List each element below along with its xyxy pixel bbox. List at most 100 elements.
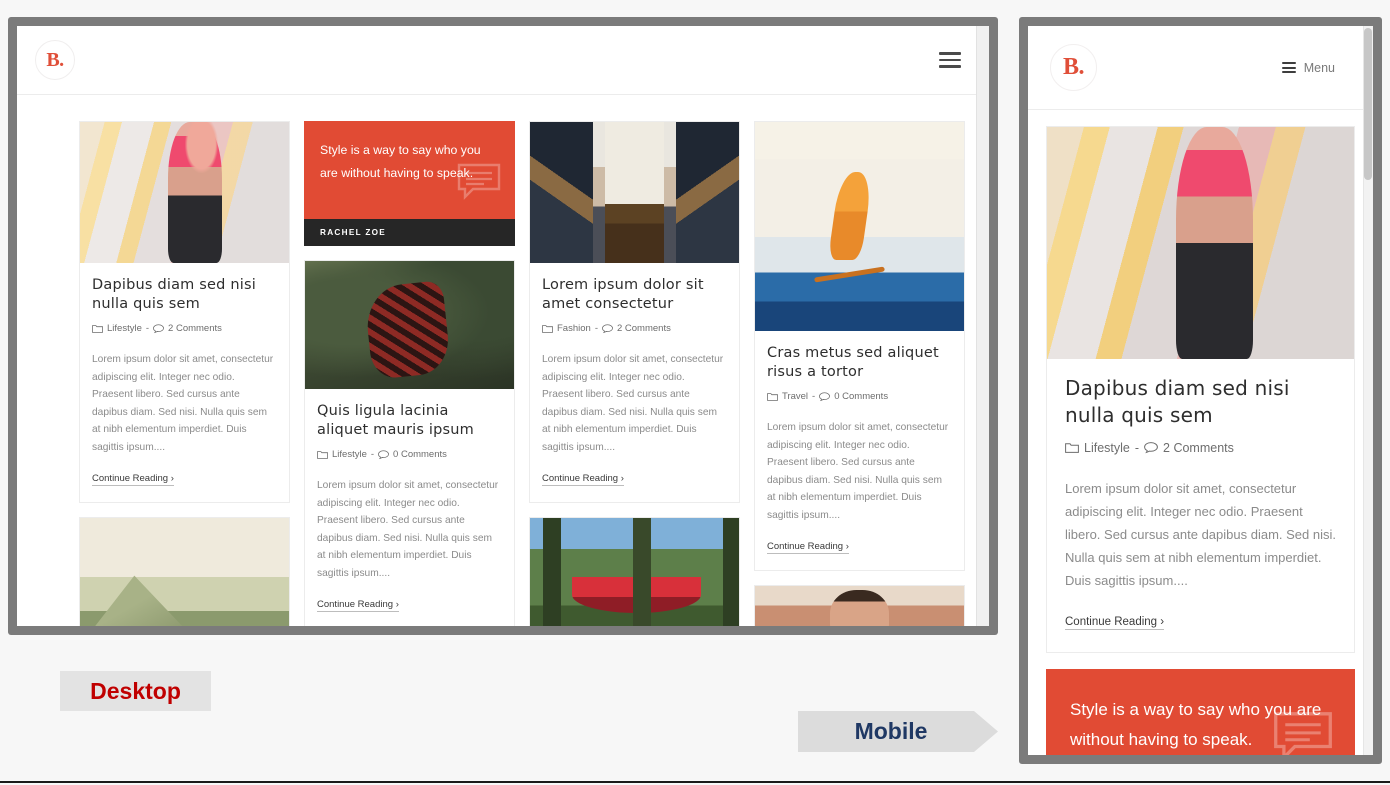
- meta-separator: -: [145, 323, 150, 335]
- post-card-body: Lorem ipsum dolor sit amet consectetur F…: [530, 263, 739, 502]
- comment-icon: [602, 324, 613, 333]
- continue-reading-link[interactable]: Continue Reading ›: [317, 599, 399, 612]
- post-title[interactable]: Quis ligula lacinia aliquet mauris ipsum: [317, 402, 502, 440]
- hamburger-icon[interactable]: [939, 52, 961, 68]
- post-thumbnail-bearded-man-portrait: [755, 585, 964, 626]
- screenshot-stage: B. Dapibus diam sed nisi nulla quis sem: [0, 0, 1390, 785]
- chevron-right-icon: ›: [395, 598, 399, 610]
- mobile-scrollbar-thumb[interactable]: [1364, 28, 1372, 180]
- post-meta: Fashion - 2 Comments: [542, 323, 727, 334]
- quote-body: Style is a way to say who you are withou…: [304, 121, 515, 219]
- post-grid: Dapibus diam sed nisi nulla quis sem Lif…: [17, 95, 989, 626]
- folder-icon: [542, 325, 553, 333]
- grid-column: Cras metus sed aliquet risus a tortor Tr…: [754, 121, 965, 626]
- post-card[interactable]: Quis ligula lacinia aliquet mauris ipsum…: [304, 260, 515, 626]
- post-thumbnail-mountain-landscape: [80, 517, 289, 626]
- post-category[interactable]: Lifestyle: [332, 449, 367, 460]
- desktop-viewport: B. Dapibus diam sed nisi nulla quis sem: [17, 26, 989, 626]
- post-card-image-only[interactable]: [79, 516, 290, 626]
- post-card[interactable]: Dapibus diam sed nisi nulla quis sem Lif…: [1046, 126, 1355, 654]
- post-meta: Lifestyle - 2 Comments: [1065, 441, 1336, 455]
- post-card-body: Cras metus sed aliquet risus a tortor Tr…: [755, 331, 964, 570]
- post-card[interactable]: Dapibus diam sed nisi nulla quis sem Lif…: [79, 121, 290, 503]
- chevron-right-icon: ›: [1160, 616, 1165, 629]
- desktop-preview-frame: B. Dapibus diam sed nisi nulla quis sem: [8, 17, 998, 635]
- hamburger-bar: [1281, 66, 1296, 69]
- comment-icon: [819, 392, 831, 401]
- meta-separator: -: [370, 449, 375, 461]
- mobile-scrollbar[interactable]: [1363, 26, 1373, 755]
- comment-icon: [1144, 441, 1158, 453]
- post-title[interactable]: Dapibus diam sed nisi nulla quis sem: [92, 276, 277, 314]
- hamburger-bar: [939, 52, 961, 55]
- chevron-right-icon: ›: [845, 540, 849, 552]
- grid-column: Style is a way to say who you are withou…: [304, 121, 515, 626]
- post-comment-count[interactable]: 2 Comments: [168, 323, 222, 334]
- chevron-right-icon: ›: [620, 472, 624, 484]
- grid-column: Dapibus diam sed nisi nulla quis sem Lif…: [79, 121, 290, 626]
- post-excerpt: Lorem ipsum dolor sit amet, consectetur …: [317, 480, 499, 579]
- quote-text: Style is a way to say who you are withou…: [1070, 700, 1322, 749]
- grid-column: Lorem ipsum dolor sit amet consectetur F…: [529, 121, 740, 626]
- desktop-scrollbar[interactable]: [976, 26, 989, 626]
- folder-icon: [92, 325, 103, 333]
- post-title[interactable]: Dapibus diam sed nisi nulla quis sem: [1065, 375, 1336, 429]
- hamburger-bar: [939, 58, 961, 62]
- post-excerpt: Lorem ipsum dolor sit amet, consectetur …: [1065, 480, 1336, 589]
- meta-separator: -: [812, 391, 816, 403]
- mobile-menu-label: Menu: [1303, 60, 1335, 75]
- folder-icon: [767, 393, 778, 401]
- quote-card[interactable]: Style is a way to say who you are withou…: [304, 121, 515, 246]
- site-logo[interactable]: B.: [35, 40, 75, 80]
- post-card-image-only[interactable]: [754, 584, 965, 626]
- mobile-menu-button[interactable]: Menu: [1281, 60, 1335, 75]
- post-meta: Lifestyle - 2 Comments: [92, 323, 277, 334]
- post-excerpt: Lorem ipsum dolor sit amet, consectetur …: [92, 354, 274, 453]
- post-category[interactable]: Lifestyle: [1084, 441, 1130, 455]
- post-title[interactable]: Lorem ipsum dolor sit amet consectetur: [542, 276, 727, 314]
- post-card-image-only[interactable]: [529, 516, 740, 626]
- post-excerpt: Lorem ipsum dolor sit amet, consectetur …: [767, 422, 949, 521]
- mobile-site-header: B. Menu: [1028, 26, 1373, 110]
- post-card-body: Quis ligula lacinia aliquet mauris ipsum…: [305, 389, 514, 626]
- quote-text: Style is a way to say who you are withou…: [320, 143, 481, 180]
- hamburger-bar: [939, 65, 961, 68]
- continue-reading-label: Continue Reading: [317, 598, 394, 610]
- folder-icon: [1065, 443, 1079, 453]
- mobile-post-list: Dapibus diam sed nisi nulla quis sem Lif…: [1028, 110, 1373, 755]
- continue-reading-link[interactable]: Continue Reading ›: [767, 541, 849, 554]
- post-category[interactable]: Lifestyle: [107, 323, 142, 334]
- post-card[interactable]: Lorem ipsum dolor sit amet consectetur F…: [529, 121, 740, 503]
- post-comment-count[interactable]: 0 Comments: [393, 449, 447, 460]
- bottom-divider: [0, 781, 1390, 783]
- continue-reading-label: Continue Reading: [542, 472, 619, 484]
- quote-body: Style is a way to say who you are withou…: [1046, 669, 1355, 755]
- comment-icon: [153, 324, 164, 333]
- quote-card[interactable]: Style is a way to say who you are withou…: [1046, 669, 1355, 755]
- quote-author: RACHEL ZOE: [304, 219, 515, 246]
- post-comment-count[interactable]: 0 Comments: [834, 391, 888, 402]
- hamburger-icon: [1281, 62, 1296, 73]
- continue-reading-label: Continue Reading: [92, 472, 169, 484]
- post-card[interactable]: Cras metus sed aliquet risus a tortor Tr…: [754, 121, 965, 571]
- post-meta: Travel - 0 Comments: [767, 391, 952, 402]
- meta-separator: -: [594, 323, 598, 335]
- post-thumbnail-fitness-woman-crosswalk: [80, 121, 289, 263]
- site-logo[interactable]: B.: [1050, 44, 1097, 91]
- post-title[interactable]: Cras metus sed aliquet risus a tortor: [767, 344, 952, 382]
- post-category[interactable]: Fashion: [557, 323, 591, 334]
- mobile-label-badge: Mobile: [798, 711, 998, 752]
- post-thumbnail-fitness-woman-crosswalk: [1047, 127, 1354, 359]
- continue-reading-link[interactable]: Continue Reading ›: [92, 473, 174, 486]
- post-card-body: Dapibus diam sed nisi nulla quis sem Lif…: [1047, 359, 1354, 652]
- post-comment-count[interactable]: 2 Comments: [1163, 441, 1234, 455]
- post-card-body: Dapibus diam sed nisi nulla quis sem Lif…: [80, 263, 289, 502]
- mobile-preview-frame: B. Menu Dapibus diam sed nisi nulla quis…: [1019, 17, 1382, 764]
- post-category[interactable]: Travel: [782, 391, 808, 402]
- post-meta: Lifestyle - 0 Comments: [317, 449, 502, 460]
- continue-reading-link[interactable]: Continue Reading ›: [542, 473, 624, 486]
- post-thumbnail-hammock-forest-lake: [530, 517, 739, 626]
- continue-reading-link[interactable]: Continue Reading ›: [1065, 616, 1165, 631]
- post-comment-count[interactable]: 2 Comments: [617, 323, 671, 334]
- mobile-label-badge-wrapper: Mobile: [798, 711, 998, 752]
